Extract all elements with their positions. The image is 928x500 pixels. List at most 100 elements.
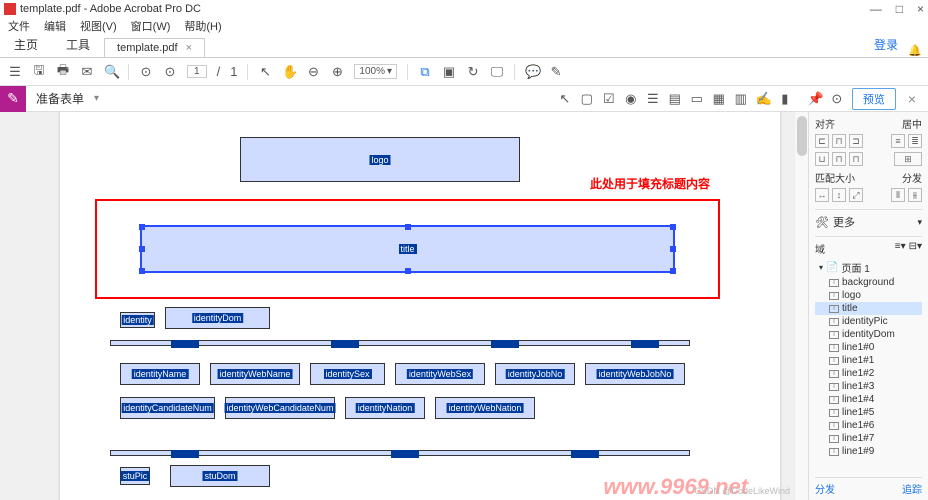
field-identityjobno[interactable]: identityJobNo xyxy=(495,363,575,385)
scrollbar-thumb[interactable] xyxy=(797,116,807,156)
field-menu-icon[interactable]: ⊟▾ xyxy=(909,241,922,256)
rotate-icon[interactable]: ↻ xyxy=(466,64,480,80)
field-list-item[interactable]: Tline1#3 xyxy=(815,380,922,393)
field-list-item[interactable]: Tline1#4 xyxy=(815,393,922,406)
menu-help[interactable]: 帮助(H) xyxy=(184,18,221,34)
date-tool-icon[interactable]: ▥ xyxy=(734,91,748,107)
hand-icon[interactable]: ✋ xyxy=(282,64,296,80)
field-identitywebjobno[interactable]: identityWebJobNo xyxy=(585,363,685,385)
field-list-item[interactable]: Tline1#5 xyxy=(815,406,922,419)
field-list-item[interactable]: Tline1#6 xyxy=(815,419,922,432)
resize-handle-se[interactable] xyxy=(670,268,676,274)
field-identity[interactable]: identity xyxy=(120,312,155,328)
sidebar-toggle-icon[interactable]: ☰ xyxy=(8,64,22,80)
more-icon[interactable]: ⊙ xyxy=(830,91,844,107)
distribute-v-icon[interactable]: ⫵ xyxy=(908,188,922,202)
align-bottom-icon[interactable]: ⊓ xyxy=(849,152,863,166)
page-current[interactable]: 1 xyxy=(187,65,207,78)
match-height-icon[interactable]: ↕ xyxy=(832,188,846,202)
resize-handle-w[interactable] xyxy=(139,246,145,252)
field-list-item[interactable]: Tline1#7 xyxy=(815,432,922,445)
distribute-h-icon[interactable]: ⫴ xyxy=(891,188,905,202)
field-list-item[interactable]: TidentityPic xyxy=(815,315,922,328)
field-logo[interactable]: logo xyxy=(240,137,520,182)
textfield-tool-icon[interactable]: ▢ xyxy=(580,91,594,107)
dropdown-tool-icon[interactable]: ▤ xyxy=(668,91,682,107)
fit-width-icon[interactable]: ▣ xyxy=(442,64,456,80)
preview-button[interactable]: 预览 xyxy=(852,88,896,110)
image-tool-icon[interactable]: ▦ xyxy=(712,91,726,107)
listbox-tool-icon[interactable]: ☰ xyxy=(646,91,660,107)
field-identitycandidatenum[interactable]: identityCandidateNum xyxy=(120,397,215,419)
page-down-icon[interactable]: ⊙ xyxy=(163,64,177,80)
fit-page-icon[interactable]: ⧉ xyxy=(418,64,432,80)
resize-handle-ne[interactable] xyxy=(670,224,676,230)
search-icon[interactable]: 🔍 xyxy=(104,64,118,80)
sort-icon[interactable]: ≡▾ xyxy=(895,241,906,256)
page-up-icon[interactable]: ⊙ xyxy=(139,64,153,80)
tree-page-1[interactable]: ▾ 📄 页面 1 xyxy=(815,259,922,276)
tab-document[interactable]: template.pdf × xyxy=(104,38,205,57)
distribute-link[interactable]: 分发 xyxy=(815,481,835,496)
resize-handle-n[interactable] xyxy=(405,224,411,230)
resize-handle-e[interactable] xyxy=(670,246,676,252)
tab-home[interactable]: 主页 xyxy=(0,32,52,57)
center-v-icon[interactable]: ≣ xyxy=(908,134,922,148)
center-h-icon[interactable]: ≡ xyxy=(891,134,905,148)
field-studom[interactable]: stuDom xyxy=(170,465,270,487)
resize-handle-s[interactable] xyxy=(405,268,411,274)
save-icon[interactable]: 🖫 xyxy=(32,61,46,83)
field-identitynation[interactable]: identityNation xyxy=(345,397,425,419)
align-center-icon[interactable]: ⊓ xyxy=(832,134,846,148)
align-top-icon[interactable]: ⊔ xyxy=(815,152,829,166)
pin-icon[interactable]: 📌 xyxy=(808,91,822,107)
field-identitywebnation[interactable]: identityWebNation xyxy=(435,397,535,419)
canvas-area[interactable]: logo 此处用于填充标题内容 title identity xyxy=(0,112,808,500)
pointer-icon[interactable]: ↖ xyxy=(258,64,272,80)
more-label[interactable]: 更多 xyxy=(833,214,855,230)
tab-document-close[interactable]: × xyxy=(186,42,192,54)
chevron-down-icon[interactable]: ▾ xyxy=(917,217,922,228)
field-identitywebname[interactable]: identityWebName xyxy=(210,363,300,385)
resize-handle-sw[interactable] xyxy=(139,268,145,274)
login-link[interactable]: 登录 xyxy=(864,32,908,57)
radio-tool-icon[interactable]: ◉ xyxy=(624,91,638,107)
select-tool-icon[interactable]: ↖ xyxy=(558,91,572,107)
window-close[interactable]: × xyxy=(917,2,924,16)
field-list-item[interactable]: Tline1#1 xyxy=(815,354,922,367)
vertical-scrollbar[interactable] xyxy=(794,112,808,500)
field-line-bar-2[interactable] xyxy=(110,450,690,456)
match-width-icon[interactable]: ↔ xyxy=(815,188,829,202)
signature-tool-icon[interactable]: ✍ xyxy=(756,91,770,107)
field-list-item[interactable]: Tline1#0 xyxy=(815,341,922,354)
monitor-icon[interactable]: 🖵 xyxy=(490,64,504,80)
zoom-out-icon[interactable]: ⊖ xyxy=(306,64,320,80)
prepare-form-icon[interactable]: ✎ xyxy=(0,86,26,112)
field-identitywebsex[interactable]: identityWebSex xyxy=(395,363,485,385)
field-identitywebcandidatenum[interactable]: identityWebCandidateNum xyxy=(225,397,335,419)
field-list-item[interactable]: TidentityDom xyxy=(815,328,922,341)
field-identitysex[interactable]: identitySex xyxy=(310,363,385,385)
field-list-item[interactable]: Ttitle xyxy=(815,302,922,315)
print-icon[interactable]: 🖶 xyxy=(56,61,70,83)
align-middle-icon[interactable]: ⊓ xyxy=(832,152,846,166)
checkbox-tool-icon[interactable]: ☑ xyxy=(602,91,616,107)
field-identitydom[interactable]: identityDom xyxy=(165,307,270,329)
field-list-item[interactable]: Tline1#2 xyxy=(815,367,922,380)
field-list-item[interactable]: Tbackground xyxy=(815,276,922,289)
resize-handle-nw[interactable] xyxy=(139,224,145,230)
zoom-in-icon[interactable]: ⊕ xyxy=(330,64,344,80)
barcode-tool-icon[interactable]: ▮ xyxy=(778,91,792,107)
align-right-icon[interactable]: ⊐ xyxy=(849,134,863,148)
comment-icon[interactable]: 💬 xyxy=(525,64,539,80)
highlight-icon[interactable]: ✎ xyxy=(549,64,563,80)
button-tool-icon[interactable]: ▭ xyxy=(690,91,704,107)
field-list-item[interactable]: Tlogo xyxy=(815,289,922,302)
center-both-icon[interactable]: ⊞ xyxy=(894,152,922,166)
notification-icon[interactable]: 🔔 xyxy=(908,44,922,57)
field-line-bar-1[interactable] xyxy=(110,340,690,346)
track-link[interactable]: 追踪 xyxy=(902,481,922,496)
chevron-down-icon[interactable]: ▾ xyxy=(94,93,99,104)
close-panel-button[interactable]: × xyxy=(904,91,920,107)
window-maximize[interactable]: □ xyxy=(896,2,903,16)
